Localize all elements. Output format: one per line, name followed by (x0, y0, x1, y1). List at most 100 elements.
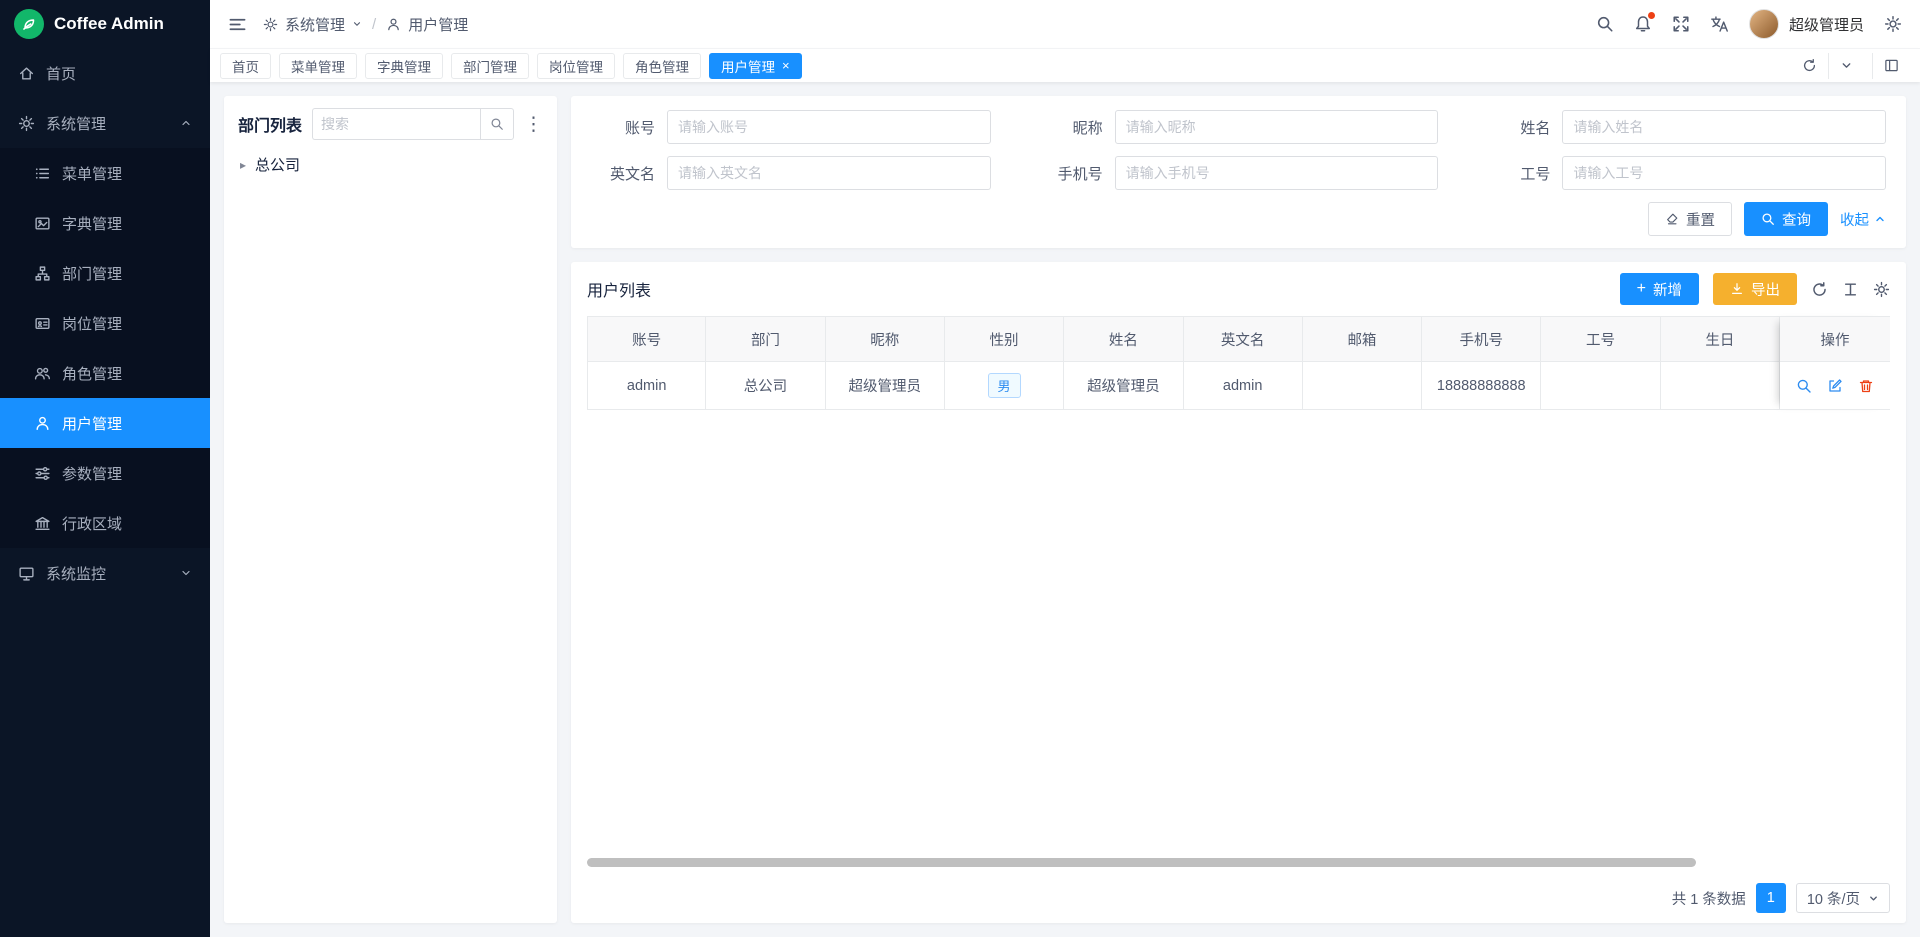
tab-role-management[interactable]: 角色管理 (623, 53, 701, 79)
row-actions-cell (1780, 362, 1890, 410)
logo: Coffee Admin (0, 0, 210, 48)
org-tree-icon (34, 265, 51, 282)
chevron-down-icon[interactable] (1828, 53, 1864, 79)
column-header-actions: 操作 (1780, 316, 1890, 362)
sidebar-item-menu-management[interactable]: 菜单管理 (0, 148, 210, 198)
fullscreen-icon[interactable] (1672, 15, 1690, 33)
delete-icon[interactable] (1858, 378, 1874, 394)
phone-input[interactable] (1115, 156, 1439, 190)
tab-dept-management[interactable]: 部门管理 (451, 53, 529, 79)
sidebar-item-admin-region[interactable]: 行政区域 (0, 498, 210, 548)
column-header-dept[interactable]: 部门 (706, 316, 825, 362)
user-list-header: 用户列表 + 新增 导出 (587, 262, 1890, 316)
row-density-icon[interactable] (1842, 281, 1859, 298)
add-button[interactable]: + 新增 (1620, 273, 1699, 305)
export-button[interactable]: 导出 (1713, 273, 1797, 305)
refresh-icon[interactable] (1791, 53, 1828, 79)
tab-user-management[interactable]: 用户管理 × (709, 53, 802, 79)
tab-home[interactable]: 首页 (220, 53, 271, 79)
user-table: 账号 部门 昵称 性别 姓名 英文名 邮箱 手机号 工号 生日 (587, 316, 1890, 873)
translate-icon[interactable] (1710, 15, 1729, 34)
settings-icon[interactable] (1884, 15, 1902, 33)
filter-field-account: 账号 (591, 110, 991, 144)
filter-field-en-name: 英文名 (591, 156, 991, 190)
en-name-input[interactable] (667, 156, 991, 190)
tab-post-management[interactable]: 岗位管理 (537, 53, 615, 79)
page-size-select[interactable]: 10 条/页 (1796, 883, 1890, 913)
layout-icon[interactable] (1872, 53, 1910, 79)
tab-dict-management[interactable]: 字典管理 (365, 53, 443, 79)
sidebar-item-home[interactable]: 首页 (0, 48, 210, 98)
breadcrumb-item-system[interactable]: 系统管理 (263, 14, 362, 35)
topbar-right: 超级管理员 (1596, 9, 1902, 39)
tab-menu-management[interactable]: 菜单管理 (279, 53, 357, 79)
sliders-icon (34, 465, 51, 482)
table-row[interactable]: admin 总公司 超级管理员 男 超级管理员 admin 1888888888… (587, 362, 1780, 410)
page-number-button[interactable]: 1 (1756, 883, 1786, 913)
filter-field-nickname: 昵称 (1039, 110, 1439, 144)
chevron-down-icon (352, 19, 362, 29)
column-header-gender[interactable]: 性别 (945, 316, 1064, 362)
tab-label: 部门管理 (463, 56, 517, 76)
sidebar-item-system-management[interactable]: 系统管理 (0, 98, 210, 148)
reset-button[interactable]: 重置 (1648, 202, 1732, 236)
chevron-down-icon (1868, 893, 1879, 904)
dept-panel: 部门列表 ⋮ ▸ 总公司 (224, 96, 557, 923)
dept-panel-title: 部门列表 (238, 112, 302, 136)
people-icon (34, 365, 51, 382)
column-header-email[interactable]: 邮箱 (1303, 316, 1422, 362)
name-input[interactable] (1562, 110, 1886, 144)
sidebar-item-label: 参数管理 (62, 463, 122, 484)
username[interactable]: 超级管理员 (1789, 14, 1864, 35)
settings-icon[interactable] (1873, 281, 1890, 298)
horizontal-scrollbar[interactable] (587, 858, 1780, 867)
search-icon (1761, 212, 1775, 226)
column-header-nickname[interactable]: 昵称 (826, 316, 945, 362)
sidebar-item-dept-management[interactable]: 部门管理 (0, 248, 210, 298)
sidebar-collapse-icon[interactable] (228, 15, 247, 34)
edit-icon[interactable] (1827, 378, 1843, 394)
table-fixed-right-column: 操作 (1780, 316, 1890, 410)
view-icon[interactable] (1796, 378, 1812, 394)
id-card-icon (34, 315, 51, 332)
column-header-birthday[interactable]: 生日 (1661, 316, 1780, 362)
search-button[interactable]: 查询 (1744, 202, 1828, 236)
sidebar-item-system-monitor[interactable]: 系统监控 (0, 548, 210, 598)
field-label: 手机号 (1039, 163, 1103, 184)
sidebar-item-param-management[interactable]: 参数管理 (0, 448, 210, 498)
collapse-label: 收起 (1840, 209, 1869, 230)
column-header-phone[interactable]: 手机号 (1422, 316, 1541, 362)
tree-node-head-office[interactable]: ▸ 总公司 (238, 152, 543, 177)
nickname-input[interactable] (1115, 110, 1439, 144)
sidebar: Coffee Admin 首页 系统管理 (0, 0, 210, 937)
main-column: 账号 昵称 姓名 英文名 (571, 96, 1906, 923)
cell-birthday (1661, 362, 1780, 410)
sidebar-item-dict-management[interactable]: 字典管理 (0, 198, 210, 248)
breadcrumb-item-user[interactable]: 用户管理 (386, 14, 468, 35)
column-header-en-name[interactable]: 英文名 (1184, 316, 1303, 362)
table-actions: + 新增 导出 (1620, 273, 1890, 305)
account-input[interactable] (667, 110, 991, 144)
sidebar-item-user-management[interactable]: 用户管理 (0, 398, 210, 448)
dept-search-input[interactable] (312, 108, 480, 140)
user-icon (34, 415, 51, 432)
close-icon[interactable]: × (782, 59, 790, 72)
notification-icon[interactable] (1634, 15, 1652, 33)
job-no-input[interactable] (1562, 156, 1886, 190)
dept-search-button[interactable] (480, 108, 514, 140)
user-icon (386, 17, 401, 32)
caret-right-icon[interactable]: ▸ (240, 158, 246, 172)
collapse-filters-link[interactable]: 收起 (1840, 209, 1886, 230)
search-icon[interactable] (1596, 15, 1614, 33)
column-header-account[interactable]: 账号 (587, 316, 706, 362)
user-list-title: 用户列表 (587, 277, 651, 301)
scrollbar-thumb[interactable] (587, 858, 1696, 867)
column-header-job-no[interactable]: 工号 (1541, 316, 1660, 362)
refresh-icon[interactable] (1811, 281, 1828, 298)
avatar[interactable] (1749, 9, 1779, 39)
more-vertical-icon[interactable]: ⋮ (524, 115, 543, 134)
sidebar-item-role-management[interactable]: 角色管理 (0, 348, 210, 398)
column-header-name[interactable]: 姓名 (1064, 316, 1183, 362)
sidebar-item-post-management[interactable]: 岗位管理 (0, 298, 210, 348)
home-icon (18, 65, 35, 82)
